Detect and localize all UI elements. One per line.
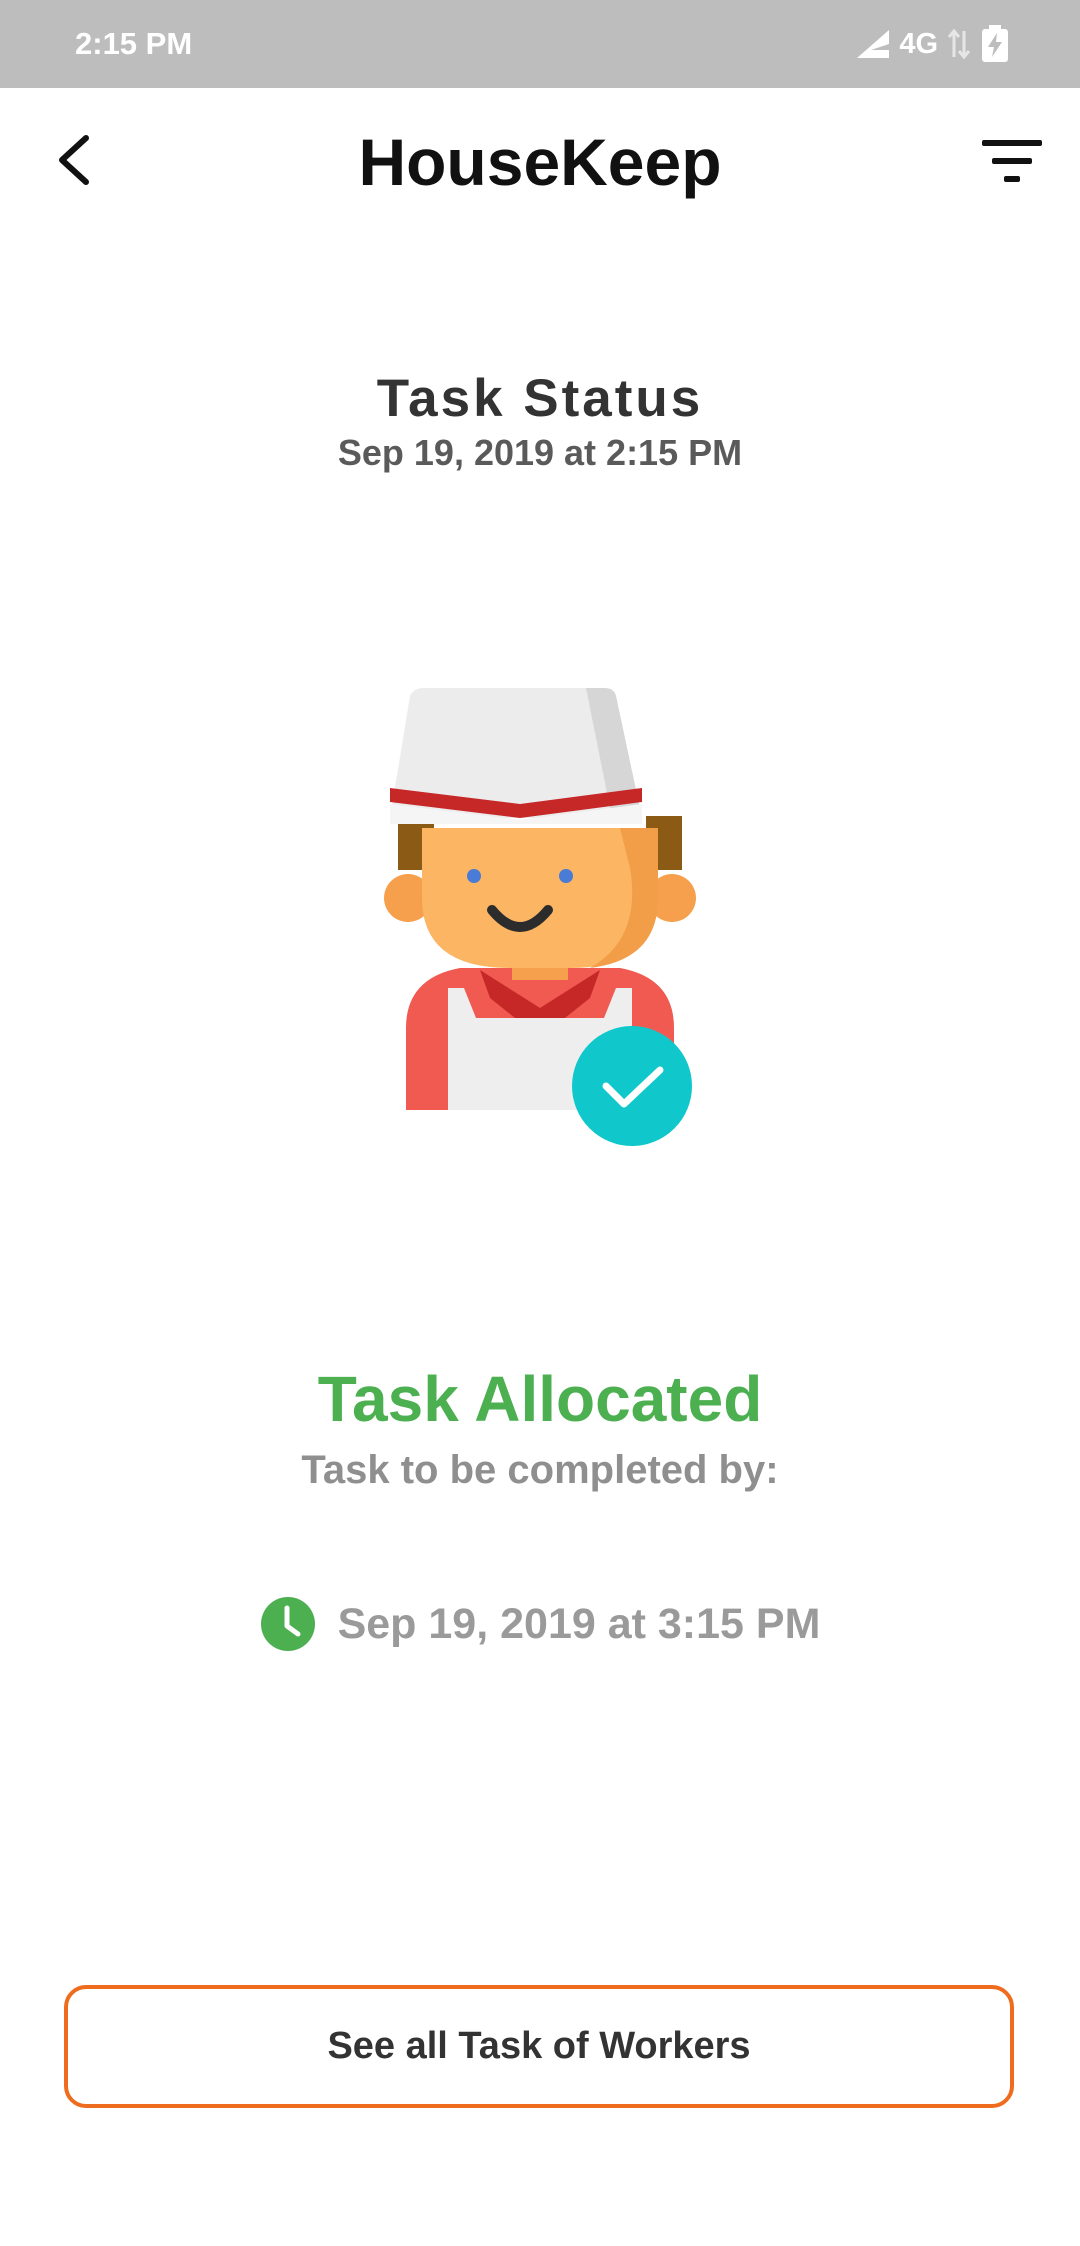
- task-status-label: Task Allocated: [317, 1363, 763, 1435]
- completed-by-label: Task to be completed by:: [301, 1448, 779, 1492]
- network-type: 4G: [899, 27, 938, 60]
- status-icons: 4G: [855, 24, 1010, 64]
- filter-button[interactable]: [976, 128, 1048, 194]
- see-all-worker-tasks-button[interactable]: See all Task of Workers: [64, 1985, 1014, 2108]
- status-bar: 2:15 PM 4G: [0, 0, 1080, 88]
- due-date-row: Sep 19, 2019 at 3:15 PM: [0, 1596, 1080, 1652]
- status-time: 2:15 PM: [75, 26, 193, 61]
- clock-icon: [260, 1597, 315, 1651]
- check-badge-icon: [572, 1026, 692, 1146]
- app-title: HouseKeep: [358, 125, 722, 199]
- due-date: Sep 19, 2019 at 3:15 PM: [337, 1599, 821, 1648]
- filter-icon: [982, 140, 1042, 182]
- worker-avatar-illustration: [384, 688, 696, 1146]
- signal-icon: [857, 30, 890, 58]
- task-created-date: Sep 19, 2019 at 2:15 PM: [337, 432, 743, 473]
- task-status-heading: Task Status: [376, 369, 704, 428]
- data-arrows-icon: [947, 28, 971, 60]
- battery-charging-icon: [982, 25, 1008, 62]
- app-bar: HouseKeep: [0, 88, 1080, 233]
